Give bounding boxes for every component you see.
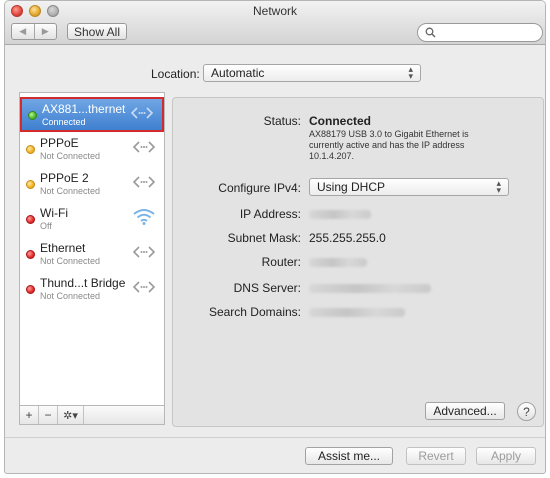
dns-server-value-redacted <box>309 284 431 293</box>
service-name: PPPoE <box>40 136 79 150</box>
advanced-button[interactable]: Advanced... <box>425 402 505 420</box>
status-dot-icon <box>26 180 35 189</box>
router-value-redacted <box>309 258 367 267</box>
popup-arrows-icon: ▴ ▾ <box>496 178 501 195</box>
configure-ipv4-label: Configure IPv4: <box>218 181 301 195</box>
configure-ipv4-popup[interactable]: Using DHCP ▴ ▾ <box>309 178 509 196</box>
dns-server-label: DNS Server: <box>233 281 301 295</box>
status-description: AX88179 USB 3.0 to Gigabit Ethernet is c… <box>309 129 469 161</box>
popup-arrows-icon: ▴ ▾ <box>408 64 413 81</box>
location-value: Automatic <box>211 66 265 80</box>
service-item-pppoe[interactable]: PPPoE Not Connected <box>20 133 164 168</box>
search-domains-value-redacted <box>309 308 405 317</box>
ip-address-value-redacted <box>309 210 371 219</box>
service-status: Connected <box>42 117 86 127</box>
ip-address-label: IP Address: <box>239 207 301 221</box>
add-service-button[interactable]: + <box>20 406 39 424</box>
back-arrow-icon[interactable]: ◀ <box>12 24 34 39</box>
show-all-button[interactable]: Show All <box>67 23 127 40</box>
assist-me-button[interactable]: Assist me... <box>305 447 393 465</box>
status-dot-icon <box>28 111 37 120</box>
search-input[interactable] <box>438 26 538 38</box>
service-name: Thund...t Bridge <box>40 276 126 290</box>
help-button[interactable]: ? <box>517 402 536 421</box>
status-label: Status: <box>263 114 301 128</box>
router-label: Router: <box>261 255 301 269</box>
service-name: Wi-Fi <box>40 206 68 220</box>
search-icon <box>425 27 436 38</box>
back-forward-control: ◀ ▶ <box>11 23 57 40</box>
network-window: Network ◀ ▶ Show All Location: Automatic… <box>4 0 546 474</box>
service-list-toolbar: + − ✲▾ <box>19 405 165 425</box>
service-status: Off <box>40 221 52 231</box>
status-dot-icon <box>26 250 35 259</box>
window-title: Network <box>252 4 297 18</box>
service-status: Not Connected <box>40 186 101 196</box>
service-status: Not Connected <box>40 291 101 301</box>
revert-button[interactable]: Revert <box>406 447 466 465</box>
service-status: Not Connected <box>40 256 101 266</box>
subnet-mask-value: 255.255.255.0 <box>309 231 386 245</box>
status-dot-icon <box>26 285 35 294</box>
status-value: Connected <box>309 114 372 128</box>
search-domains-label: Search Domains: <box>208 305 301 319</box>
status-dot-icon <box>26 215 35 224</box>
search-field[interactable] <box>417 23 543 42</box>
remove-service-button[interactable]: − <box>39 406 58 424</box>
subnet-mask-label: Subnet Mask: <box>227 231 301 245</box>
location-label: Location: <box>151 67 200 81</box>
titlebar: Network ◀ ▶ Show All <box>5 1 545 45</box>
service-status: Not Connected <box>40 151 101 161</box>
service-name: PPPoE 2 <box>40 171 89 185</box>
ethernet-icon <box>132 141 156 153</box>
configure-ipv4-value: Using DHCP <box>317 180 386 194</box>
status-dot-icon <box>26 145 35 154</box>
apply-button[interactable]: Apply <box>476 447 536 465</box>
service-list[interactable]: AX881...thernet Connected PPPoE Not Conn… <box>19 92 165 406</box>
gear-icon[interactable]: ✲▾ <box>58 406 84 424</box>
service-name: Ethernet <box>40 241 86 255</box>
forward-arrow-icon[interactable]: ▶ <box>33 24 57 39</box>
location-popup[interactable]: Automatic ▴ ▾ <box>203 64 421 82</box>
footer-divider <box>5 437 545 438</box>
service-name: AX881...thernet <box>42 102 126 116</box>
